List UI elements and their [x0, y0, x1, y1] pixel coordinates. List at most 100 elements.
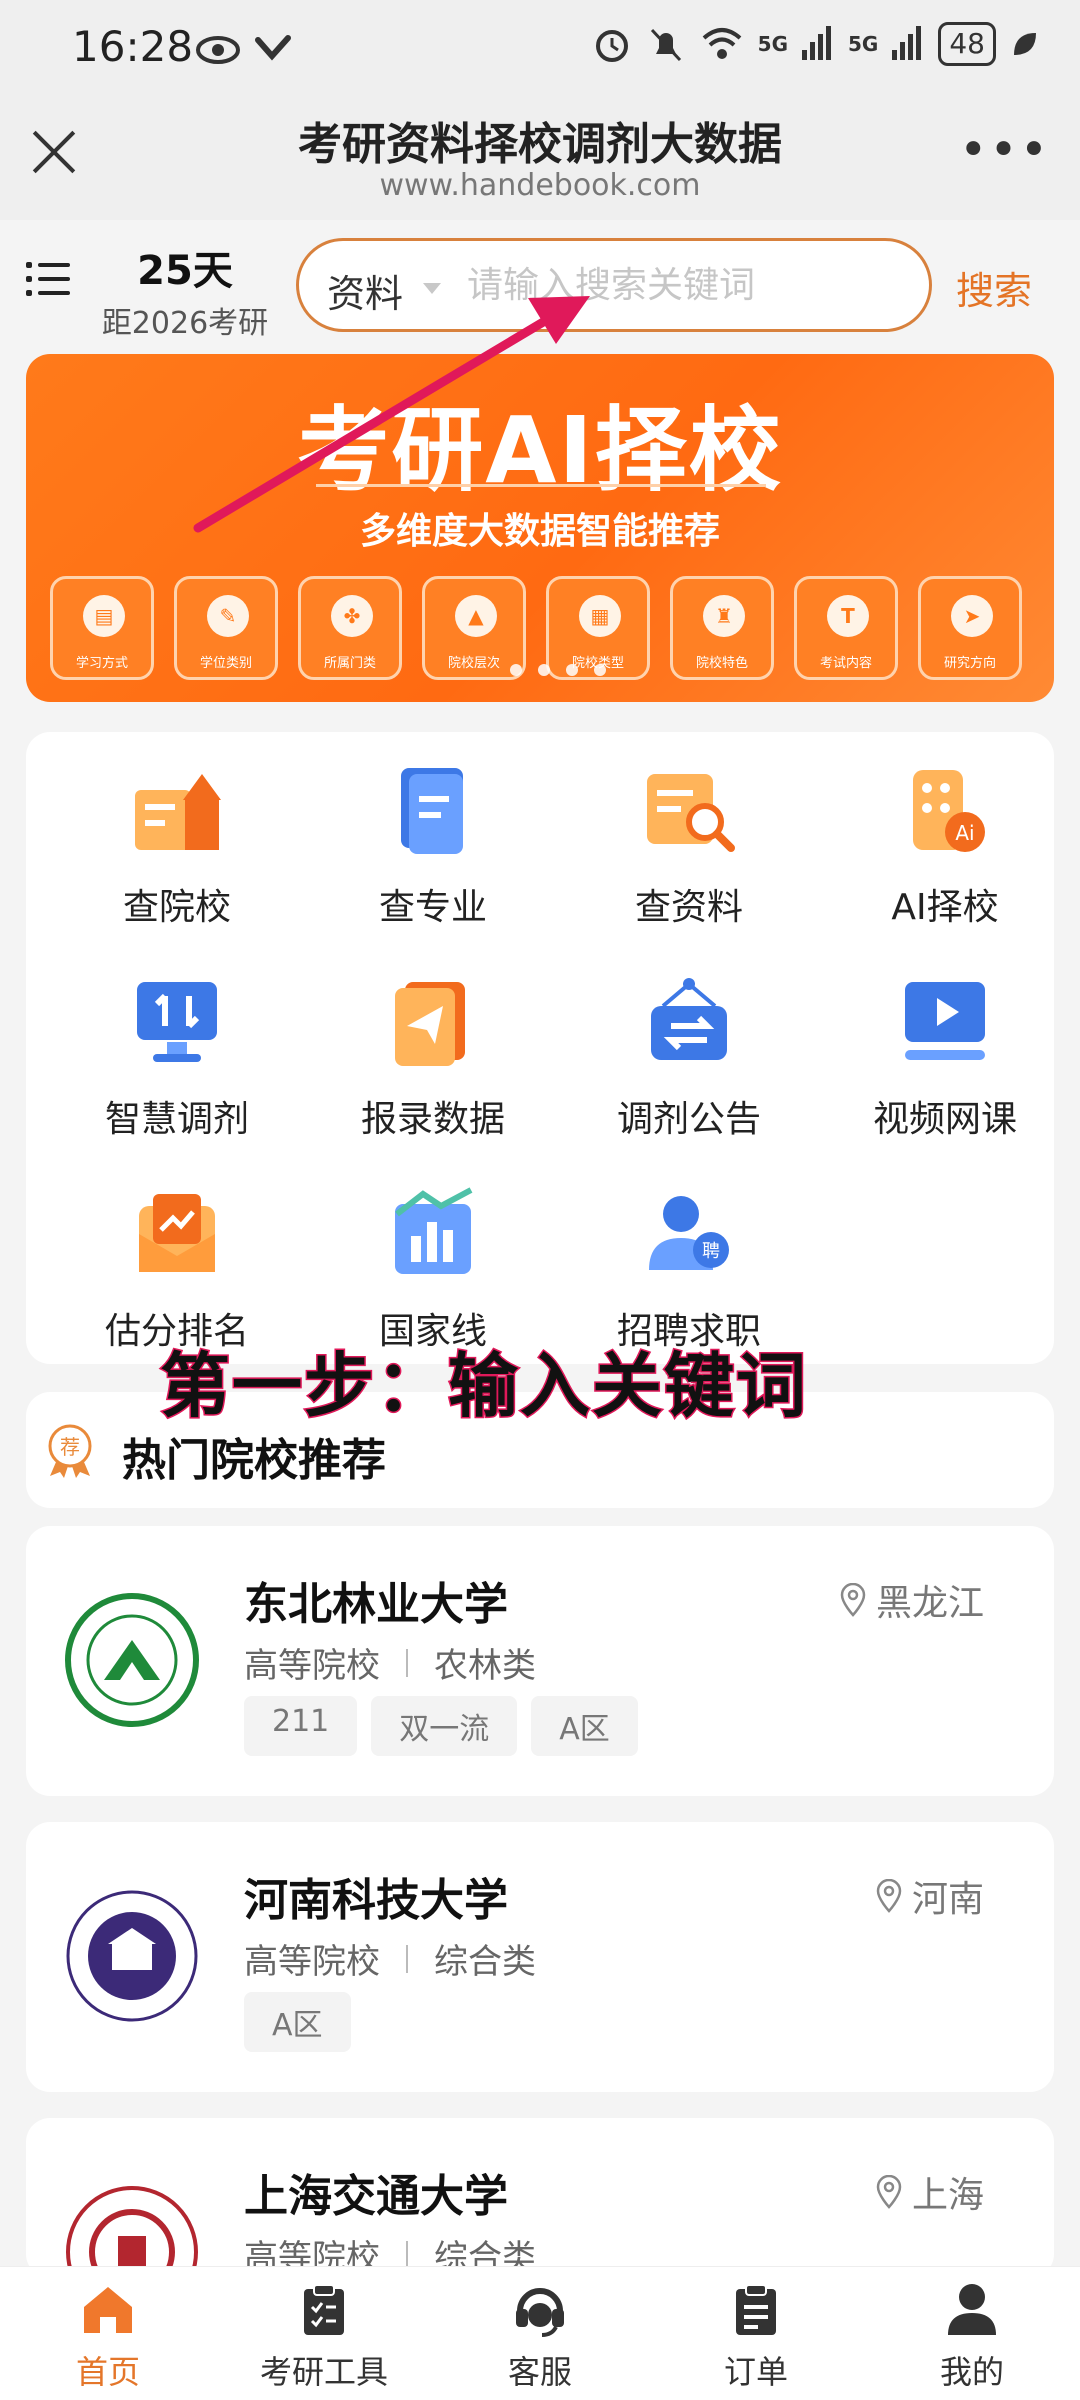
countdown-label: 距2026考研	[101, 306, 269, 341]
paper-plane-icon	[395, 982, 465, 1066]
school-tag: A区	[531, 1696, 638, 1756]
wifi-icon	[702, 28, 741, 59]
school-card[interactable]: 上海交通大学 上海 高等院校 综合类	[26, 2118, 1054, 2278]
page-url: www.handebook.com	[379, 168, 701, 203]
school-type-icon: ▦	[579, 595, 621, 637]
school-card[interactable]: 东北林业大学 黑龙江 高等院校 农林类 211 双一流 A区	[26, 1526, 1054, 1796]
study-mode-icon: ▤	[83, 595, 125, 637]
feature-study-mode[interactable]: ▤ 学习方式	[50, 576, 154, 680]
location-pin-icon	[876, 1879, 902, 1913]
countdown-days: 25天	[137, 248, 233, 294]
school-tags: 211 双一流 A区	[244, 1696, 638, 1756]
grid-item-smart-adjust[interactable]: 智慧调剂	[72, 972, 282, 1142]
tab-home[interactable]: 首页	[0, 2267, 216, 2400]
grid-item-admission-data[interactable]: 报录数据	[328, 972, 538, 1142]
feature-degree-type[interactable]: ✎ 学位类别	[174, 576, 278, 680]
school-building-icon	[135, 774, 221, 850]
grid-item-national-line[interactable]: 国家线	[328, 1184, 538, 1354]
tools-grid: 查院校 查专业 查资料 Ai AI择校 智慧调剂 报录数据 调剂公告 视频网课 …	[26, 732, 1054, 1364]
grid-item-adjust-notice[interactable]: 调剂公告	[584, 972, 794, 1142]
tutorial-annotation: 第一步：输入关键词	[159, 1344, 808, 1429]
document-search-icon	[647, 774, 735, 852]
location-text: 上海	[911, 2175, 984, 2216]
grid-label: 查院校	[122, 887, 231, 928]
school-meta: 高等院校 综合类	[244, 1934, 536, 1983]
feature-discipline[interactable]: ✤ 所属门类	[298, 576, 402, 680]
page-title: 考研资料择校调剂大数据	[298, 119, 782, 170]
school-tag: A区	[244, 1992, 351, 2052]
school-location: 河南	[876, 1870, 984, 1922]
status-icons-right: 5G 5G 48	[592, 22, 1040, 66]
grid-item-recruitment[interactable]: 聘 招聘求职	[584, 1184, 794, 1354]
school-category: 农林类	[434, 1646, 536, 1686]
envelope-chart-icon	[139, 1194, 215, 1272]
location-pin-icon	[840, 1583, 866, 1617]
svg-text:聘: 聘	[702, 1241, 720, 1262]
tab-label: 我的	[939, 2353, 1004, 2391]
ai-building-icon: Ai	[913, 770, 985, 852]
search-category-select[interactable]: 资料	[327, 263, 403, 318]
notice-sign-icon	[651, 978, 727, 1060]
grid-item-search-major[interactable]: 查专业	[328, 760, 538, 930]
monitor-transfer-icon	[137, 982, 217, 1062]
feature-label: 所属门类	[323, 656, 376, 671]
school-tag: 双一流	[371, 1696, 518, 1756]
school-name: 河南科技大学	[244, 1875, 508, 1926]
test-icon: T	[827, 595, 869, 637]
search-button[interactable]: 搜索	[956, 260, 1032, 315]
tab-label: 考研工具	[259, 2353, 388, 2391]
grid-item-score-rank[interactable]: 估分排名	[72, 1184, 282, 1354]
tab-mine[interactable]: 我的	[864, 2267, 1080, 2400]
home-icon	[84, 2287, 132, 2333]
bar-chart-icon	[395, 1187, 473, 1274]
grid-label: AI择校	[891, 887, 999, 928]
exam-countdown: 25天 距2026考研	[95, 238, 275, 342]
graduation-cap-icon: ▲	[455, 595, 497, 637]
degree-tag-icon: ✎	[207, 595, 249, 637]
tab-label: 客服	[507, 2353, 572, 2391]
leaf-icon	[1014, 33, 1036, 55]
compass-icon: ➤	[951, 595, 993, 637]
tab-service[interactable]: 客服	[432, 2267, 648, 2400]
badge-text: 荐	[60, 1435, 80, 1459]
alarm-icon	[595, 30, 628, 62]
school-category: 综合类	[434, 1942, 536, 1982]
grid-label: 查资料	[634, 887, 743, 928]
ai-school-banner[interactable]: 考研AI择校 多维度大数据智能推荐 ▤ 学习方式 ✎ 学位类别 ✤ 所属门类 ▲ 院校层…	[26, 354, 1054, 702]
school-card[interactable]: 河南科技大学 河南 高等院校 综合类 A区	[26, 1822, 1054, 2092]
school-kind: 高等院校	[244, 1646, 380, 1686]
mute-bell-icon	[650, 28, 681, 62]
feature-research-direction[interactable]: ➤ 研究方向	[918, 576, 1022, 680]
feature-label: 院校层次	[447, 656, 500, 671]
recruit-user-icon: 聘	[649, 1196, 729, 1270]
location-pin-icon	[876, 2175, 902, 2209]
status-icons-left	[196, 35, 291, 64]
chevron-down-icon[interactable]	[423, 283, 441, 294]
school-location: 上海	[876, 2166, 984, 2218]
menu-icon[interactable]	[26, 262, 70, 296]
status-bar: 16:28 5G 5G 48	[0, 0, 1080, 100]
feature-label: 学位类别	[199, 656, 252, 671]
school-logo-haust	[66, 1890, 198, 2022]
signal-5g-2: 5G	[848, 32, 879, 56]
feature-school-traits[interactable]: ♜ 院校特色	[670, 576, 774, 680]
tab-tools[interactable]: 考研工具	[216, 2267, 432, 2400]
grid-item-search-school[interactable]: 查院校	[72, 760, 282, 930]
feature-exam-content[interactable]: T 考试内容	[794, 576, 898, 680]
more-options-button[interactable]: •••	[959, 126, 1050, 174]
school-name: 上海交通大学	[244, 2171, 508, 2222]
grid-label: 查专业	[378, 887, 487, 928]
video-play-icon	[905, 982, 985, 1060]
feature-label: 研究方向	[943, 656, 996, 671]
grid-item-search-materials[interactable]: 查资料	[584, 760, 794, 930]
signal-5g-1: 5G	[757, 32, 789, 56]
tab-label: 首页	[75, 2353, 140, 2391]
search-input[interactable]	[467, 255, 907, 315]
grid-item-video-course[interactable]: 视频网课	[840, 972, 1050, 1142]
grid-item-ai-school[interactable]: Ai AI择校	[840, 760, 1050, 930]
tab-orders[interactable]: 订单	[648, 2267, 864, 2400]
user-icon	[948, 2284, 996, 2335]
feature-label: 学习方式	[75, 656, 128, 671]
feature-label: 考试内容	[819, 656, 872, 671]
carousel-dots[interactable]	[510, 664, 606, 676]
